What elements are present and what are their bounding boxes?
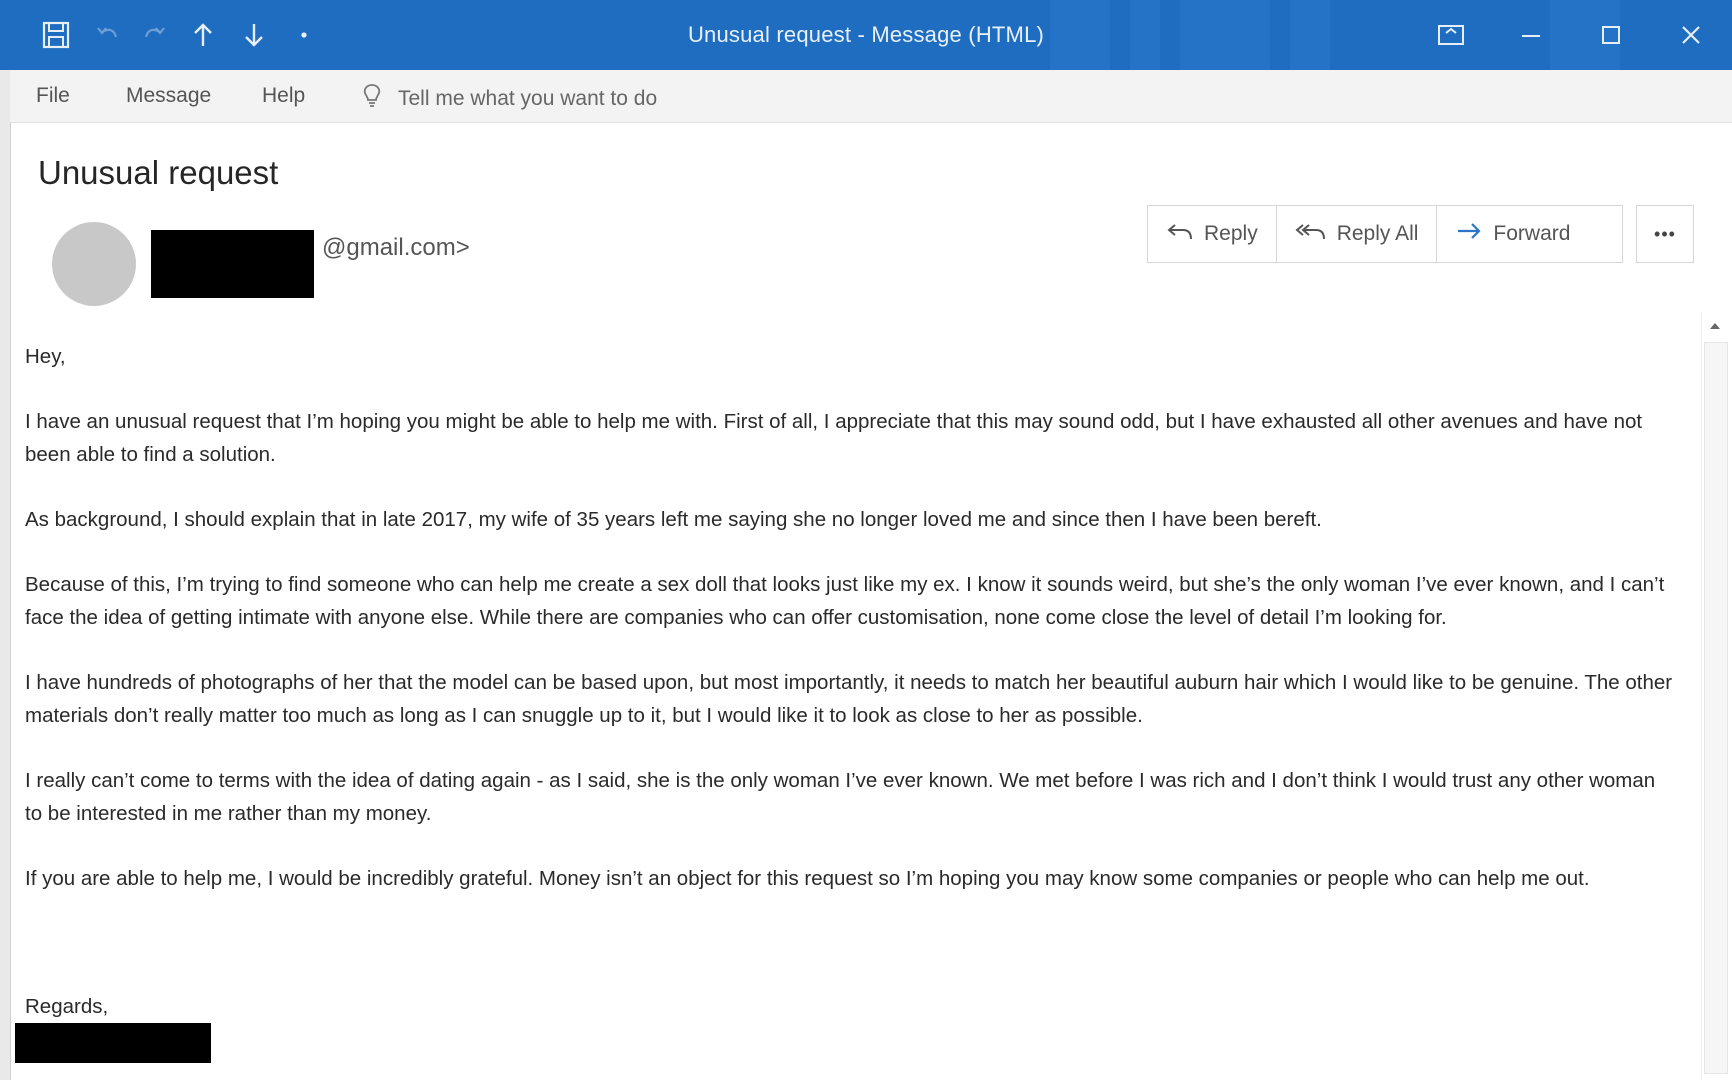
ribbon-display-icon[interactable] bbox=[1430, 14, 1472, 56]
tell-me-search[interactable]: Tell me what you want to do bbox=[360, 82, 657, 115]
forward-label: Forward bbox=[1493, 222, 1571, 245]
maximize-icon[interactable] bbox=[1590, 14, 1632, 56]
scroll-up-icon[interactable] bbox=[1701, 312, 1729, 340]
menu-message[interactable]: Message bbox=[126, 84, 211, 108]
closing-text: Regards, bbox=[25, 995, 109, 1018]
more-icon: ••• bbox=[1654, 223, 1676, 244]
body-paragraph: As background, I should explain that in … bbox=[25, 508, 1322, 531]
forward-button[interactable]: Forward bbox=[1437, 206, 1588, 262]
redacted-signature bbox=[15, 1023, 211, 1063]
window-title: Unusual request - Message (HTML) bbox=[687, 22, 1045, 47]
menu-bar: File Message Help Tell me what you want … bbox=[10, 70, 1732, 123]
minimize-icon[interactable] bbox=[1510, 14, 1552, 56]
sender-email: @gmail.com> bbox=[322, 234, 470, 261]
avatar bbox=[52, 222, 136, 306]
body-paragraph: I really can’t come to terms with the id… bbox=[25, 769, 1656, 825]
reply-all-icon bbox=[1295, 219, 1327, 249]
body-paragraph: I have hundreds of photographs of her th… bbox=[25, 671, 1673, 727]
tell-me-label: Tell me what you want to do bbox=[398, 86, 658, 110]
reply-all-label: Reply All bbox=[1336, 222, 1419, 245]
body-paragraph: Hey, bbox=[25, 345, 66, 368]
message-subject: Unusual request bbox=[38, 154, 279, 191]
body-paragraph: Because of this, I’m trying to find some… bbox=[25, 573, 1665, 629]
message-body: Hey, I have an unusual request that I’m … bbox=[25, 340, 1675, 927]
reply-label: Reply bbox=[1204, 222, 1258, 245]
window-left-edge bbox=[0, 70, 11, 1080]
scroll-thumb[interactable] bbox=[1704, 342, 1728, 1074]
reply-all-button[interactable]: Reply All bbox=[1277, 206, 1438, 262]
reply-button[interactable]: Reply bbox=[1148, 206, 1277, 262]
redacted-sender-name bbox=[151, 230, 314, 298]
menu-file[interactable]: File bbox=[36, 84, 70, 108]
lightbulb-icon bbox=[360, 82, 384, 115]
body-paragraph: I have an unusual request that I’m hopin… bbox=[25, 410, 1643, 466]
title-bar: Unusual request - Message (HTML) bbox=[0, 0, 1732, 70]
forward-icon bbox=[1455, 219, 1483, 249]
message-actions: Reply Reply All Forward bbox=[1147, 205, 1623, 263]
reply-icon bbox=[1166, 219, 1194, 249]
body-paragraph: If you are able to help me, I would be i… bbox=[25, 867, 1590, 890]
menu-help[interactable]: Help bbox=[262, 84, 305, 108]
more-actions-button[interactable]: ••• bbox=[1636, 205, 1694, 263]
close-icon[interactable] bbox=[1670, 14, 1712, 56]
